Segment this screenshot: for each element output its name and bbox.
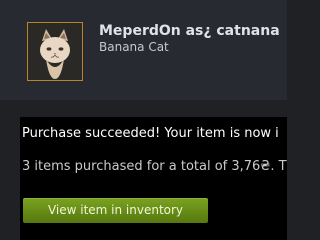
item-avatar [27,22,83,81]
item-type: Banana Cat [99,40,169,54]
view-inventory-button[interactable]: View item in inventory [23,198,208,223]
purchase-success-message: Purchase succeeded! Your item is now i [22,126,279,141]
item-header: MeperdOn as¿ catnana Banana Cat [0,0,287,100]
item-name: MeperdOn as¿ catnana [99,23,280,39]
purchase-summary: 3 items purchased for a total of 3,76₴. … [22,159,287,174]
banana-cat-icon [28,23,82,80]
purchase-result-panel: Purchase succeeded! Your item is now i 3… [20,117,287,240]
